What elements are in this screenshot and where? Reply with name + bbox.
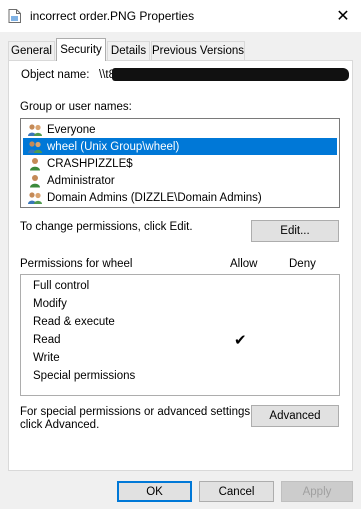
permissions-for-label: Permissions for wheel (20, 258, 133, 270)
permissions-list: Full control Modify Read & execute Read … (20, 274, 340, 396)
tab-security[interactable]: Security (56, 38, 106, 61)
group-list[interactable]: Everyone wheel (Unix Group\wheel) CRASHP… (20, 118, 340, 208)
permission-row: Write (33, 352, 60, 364)
user-icon (30, 157, 40, 170)
group-name: wheel (Unix Group\wheel) (47, 140, 180, 153)
list-item-selected[interactable]: wheel (Unix Group\wheel) (23, 138, 337, 155)
group-name: Everyone (47, 123, 96, 136)
group-name: Administrator (47, 174, 115, 187)
apply-button[interactable]: Apply (281, 481, 353, 502)
user-icon (30, 174, 40, 187)
object-name-label: Object name: (21, 69, 90, 81)
tab-general[interactable]: General (8, 41, 55, 60)
permission-row: Read (33, 334, 61, 346)
group-icon (28, 123, 42, 136)
list-item[interactable]: Administrator (23, 172, 337, 189)
group-name: CRASHPIZZLE$ (47, 157, 133, 170)
group-icon (28, 140, 42, 153)
list-item[interactable]: Domain Admins (DIZZLE\Domain Admins) (23, 189, 337, 206)
tab-previous-versions-label: Previous Versions (151, 45, 245, 57)
advanced-button[interactable]: Advanced (251, 405, 339, 427)
tab-previous-versions[interactable]: Previous Versions (151, 41, 245, 60)
edit-button[interactable]: Edit... (251, 220, 339, 242)
cancel-button[interactable]: Cancel (199, 481, 274, 502)
read-allow-checkmark-icon: ✔ (234, 332, 247, 349)
group-icon (28, 191, 42, 204)
allow-column-header: Allow (230, 258, 258, 270)
permission-row: Modify (33, 298, 67, 310)
cancel-button-label: Cancel (218, 485, 255, 498)
close-icon: ✕ (336, 8, 350, 25)
apply-button-label: Apply (302, 485, 332, 498)
advanced-button-label: Advanced (269, 410, 321, 422)
tab-details-label: Details (110, 45, 147, 57)
tab-details[interactable]: Details (107, 41, 150, 60)
deny-column-header: Deny (289, 258, 316, 270)
tab-general-label: General (11, 45, 52, 57)
tab-security-label: Security (60, 44, 102, 56)
image-file-icon (8, 9, 21, 23)
advanced-hint-line2: click Advanced. (20, 419, 100, 431)
ok-button[interactable]: OK (117, 481, 192, 502)
permission-row: Special permissions (33, 370, 136, 382)
close-button[interactable]: ✕ (325, 0, 361, 32)
group-list-label: Group or user names: (20, 101, 132, 113)
permission-row: Read & execute (33, 316, 115, 328)
advanced-hint-line1: For special permissions or advanced sett… (20, 406, 254, 418)
window-title: incorrect order.PNG Properties (30, 9, 195, 23)
change-permissions-text: To change permissions, click Edit. (20, 221, 193, 233)
list-item[interactable]: CRASHPIZZLE$ (23, 155, 337, 172)
list-item[interactable]: Everyone (23, 121, 337, 138)
permission-row: Full control (33, 280, 90, 292)
ok-button-label: OK (146, 485, 163, 498)
redaction-bar (112, 68, 349, 81)
group-name: Domain Admins (DIZZLE\Domain Admins) (47, 191, 262, 204)
edit-button-label: Edit... (280, 225, 310, 237)
